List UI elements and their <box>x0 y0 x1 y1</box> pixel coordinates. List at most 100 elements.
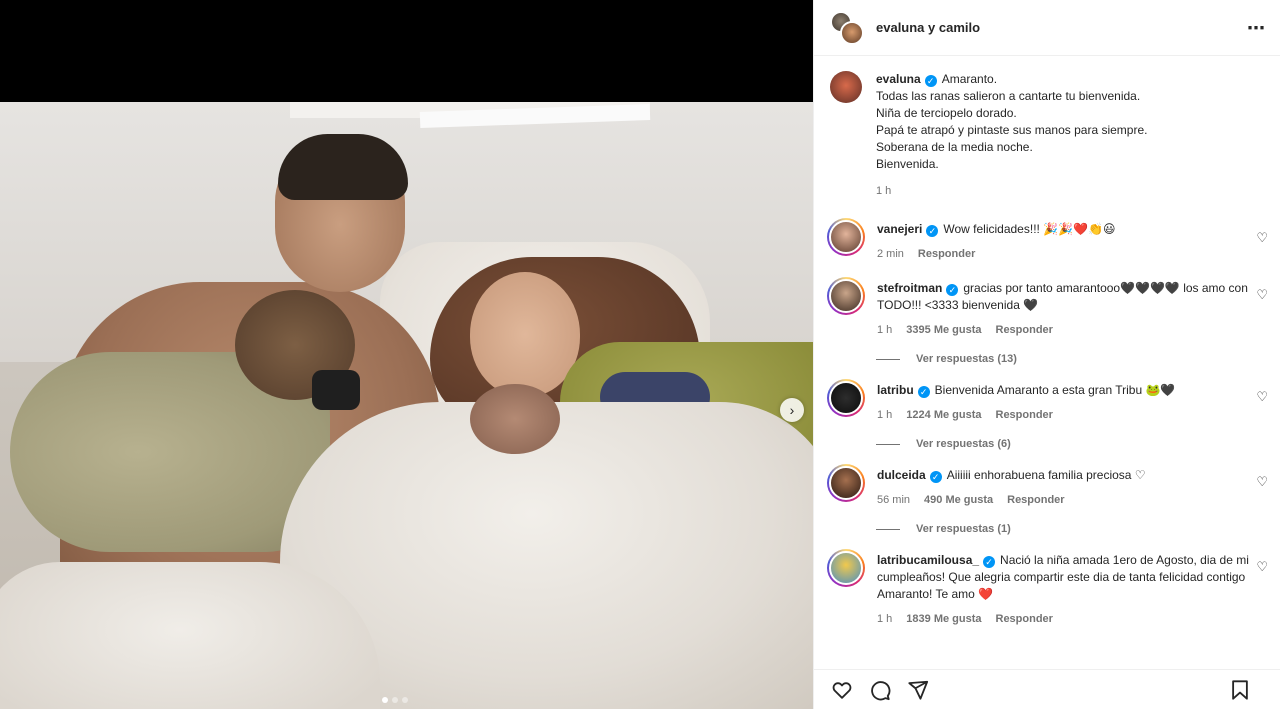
comment-time: 56 min <box>877 494 911 506</box>
more-options-icon[interactable]: ⋯ <box>1247 18 1266 39</box>
meta: 1 h 1839 Me gusta Responder <box>877 611 1264 628</box>
comment-text: Aiiiiii enhorabuena familia preciosa ♡ <box>946 468 1146 482</box>
caption-username[interactable]: evaluna <box>876 72 921 86</box>
comment-time: 1 h <box>877 613 893 625</box>
post-author-names[interactable]: evaluna y camilo <box>876 20 980 35</box>
post-photo[interactable] <box>0 102 813 709</box>
reply-button[interactable]: Responder <box>918 246 975 263</box>
inner <box>829 279 863 313</box>
carousel-next-button[interactable]: › <box>780 398 804 422</box>
comment-button[interactable] <box>868 678 892 702</box>
verified-badge-icon: ✓ <box>917 386 930 398</box>
meta: 1 h 1224 Me gusta Responder <box>877 407 1264 424</box>
content: vanejeri ✓ Wow felicidades!!! 🎉🎉❤️👏😃 2 min… <box>877 218 1264 263</box>
line <box>876 358 900 360</box>
story-ring[interactable] <box>827 379 865 417</box>
story-ring[interactable] <box>827 218 865 256</box>
meta: 1 h 3395 Me gusta Responder <box>877 322 1264 339</box>
carousel-dots <box>382 697 408 703</box>
photo-man-hair <box>278 134 408 200</box>
comment-likes[interactable]: 3395 Me gusta <box>906 322 981 339</box>
caption-line: Bienvenida. <box>876 157 939 171</box>
verified-badge-icon: ✓ <box>929 471 942 483</box>
comment-username[interactable]: latribucamilousa_ <box>877 553 979 567</box>
like-comment-heart-icon[interactable]: ♡ <box>1256 559 1268 575</box>
verified-badge-icon: ✓ <box>983 556 996 568</box>
content: evaluna ✓ Amaranto. Todas las ranas salier… <box>876 71 1264 200</box>
view-replies-button[interactable]: Ver respuestas (1) <box>876 523 1280 535</box>
send-icon <box>908 680 929 700</box>
reply-button[interactable]: Responder <box>1007 492 1064 509</box>
verified-badge-icon: ✓ <box>924 75 937 87</box>
carousel-dot <box>382 697 388 703</box>
post-actions-bar <box>814 669 1280 709</box>
inner <box>829 551 863 585</box>
story-ring[interactable] <box>827 277 865 315</box>
content: latribucamilousa_ ✓ Nació la niña amada 1e… <box>877 549 1264 628</box>
comments-3-view-replies: Ver respuestas (1) <box>916 523 1011 535</box>
post-side-panel: evaluna y camilo ⋯ evaluna ✓ Amaranto. Tod… <box>813 0 1280 709</box>
caption-line: Niña de terciopelo dorado. <box>876 106 1017 120</box>
caption-time: 1 h <box>876 185 892 197</box>
view-replies-button[interactable]: Ver respuestas (6) <box>876 438 1280 450</box>
avatar[interactable] <box>830 71 862 103</box>
meta: 1 h <box>876 183 1264 200</box>
bookmark-icon <box>1232 680 1248 700</box>
avatar <box>840 20 864 45</box>
content: stefroitman ✓ gracias por tanto amarantooo… <box>877 277 1264 339</box>
content: latribu ✓ Bienvenida Amaranto a esta gran … <box>877 379 1264 424</box>
carousel-dot <box>402 697 408 703</box>
verified-badge-icon: ✓ <box>946 284 959 296</box>
comment-text: Bienvenida Amaranto a esta gran Tribu 🐸🖤 <box>934 383 1176 397</box>
reply-button[interactable]: Responder <box>996 611 1053 628</box>
comment-item: stefroitman ✓ gracias por tanto amarantooo… <box>814 277 1280 339</box>
comments-1-view-replies: Ver respuestas (13) <box>916 353 1017 365</box>
carousel-dot <box>392 697 398 703</box>
comment-likes[interactable]: 1224 Me gusta <box>906 407 981 424</box>
comment-username[interactable]: stefroitman <box>877 281 942 295</box>
like-comment-heart-icon[interactable]: ♡ <box>1256 474 1268 490</box>
instagram-post-modal: › evaluna y camilo ⋯ evaluna ✓ Amaranto. T… <box>0 0 1280 709</box>
line <box>876 443 900 445</box>
like-comment-heart-icon[interactable]: ♡ <box>1256 287 1268 303</box>
comment-time: 1 h <box>877 324 893 336</box>
chevron-right-icon: › <box>789 402 795 418</box>
photo-watch <box>312 370 360 410</box>
share-button[interactable] <box>906 678 930 702</box>
reply-button[interactable]: Responder <box>996 322 1053 339</box>
caption: evaluna ✓ Amaranto. Todas las ranas salier… <box>814 71 1280 200</box>
comments-2-view-replies: Ver respuestas (6) <box>916 438 1011 450</box>
comment-username[interactable]: dulceida <box>877 468 926 482</box>
save-button[interactable] <box>1228 678 1252 702</box>
photo-baby <box>470 384 560 454</box>
story-ring[interactable] <box>827 549 865 587</box>
post-header: evaluna y camilo ⋯ <box>814 0 1280 56</box>
like-button[interactable] <box>830 678 854 702</box>
meta: 56 min 490 Me gusta Responder <box>877 492 1264 509</box>
caption-line: Soberana de la media noche. <box>876 140 1033 154</box>
comments-scroll[interactable]: evaluna ✓ Amaranto. Todas las ranas salier… <box>814 57 1280 669</box>
photo-sheet <box>0 562 380 709</box>
like-comment-heart-icon[interactable]: ♡ <box>1256 230 1268 246</box>
inner <box>829 220 863 254</box>
like-comment-heart-icon[interactable]: ♡ <box>1256 389 1268 405</box>
comment-icon <box>871 680 891 700</box>
collab-avatars[interactable] <box>830 10 864 45</box>
heart-icon <box>832 681 852 699</box>
comment-likes[interactable]: 1839 Me gusta <box>906 611 981 628</box>
story-ring[interactable] <box>827 464 865 502</box>
meta: 2 min Responder <box>877 246 1264 263</box>
comment-item: dulceida ✓ Aiiiiii enhorabuena familia pre… <box>814 464 1280 509</box>
caption-line: Amaranto. <box>941 72 998 86</box>
view-replies-button[interactable]: Ver respuestas (13) <box>876 353 1280 365</box>
comment-username[interactable]: latribu <box>877 383 914 397</box>
comment-item: latribu ✓ Bienvenida Amaranto a esta gran … <box>814 379 1280 424</box>
reply-button[interactable]: Responder <box>996 407 1053 424</box>
comment-text: Wow felicidades!!! 🎉🎉❤️👏😃 <box>943 222 1116 236</box>
comment-username[interactable]: vanejeri <box>877 222 922 236</box>
comment-time: 1 h <box>877 409 893 421</box>
comment-time: 2 min <box>877 248 904 260</box>
comment-item: latribucamilousa_ ✓ Nació la niña amada 1e… <box>814 549 1280 628</box>
inner <box>829 466 863 500</box>
comment-likes[interactable]: 490 Me gusta <box>924 492 993 509</box>
